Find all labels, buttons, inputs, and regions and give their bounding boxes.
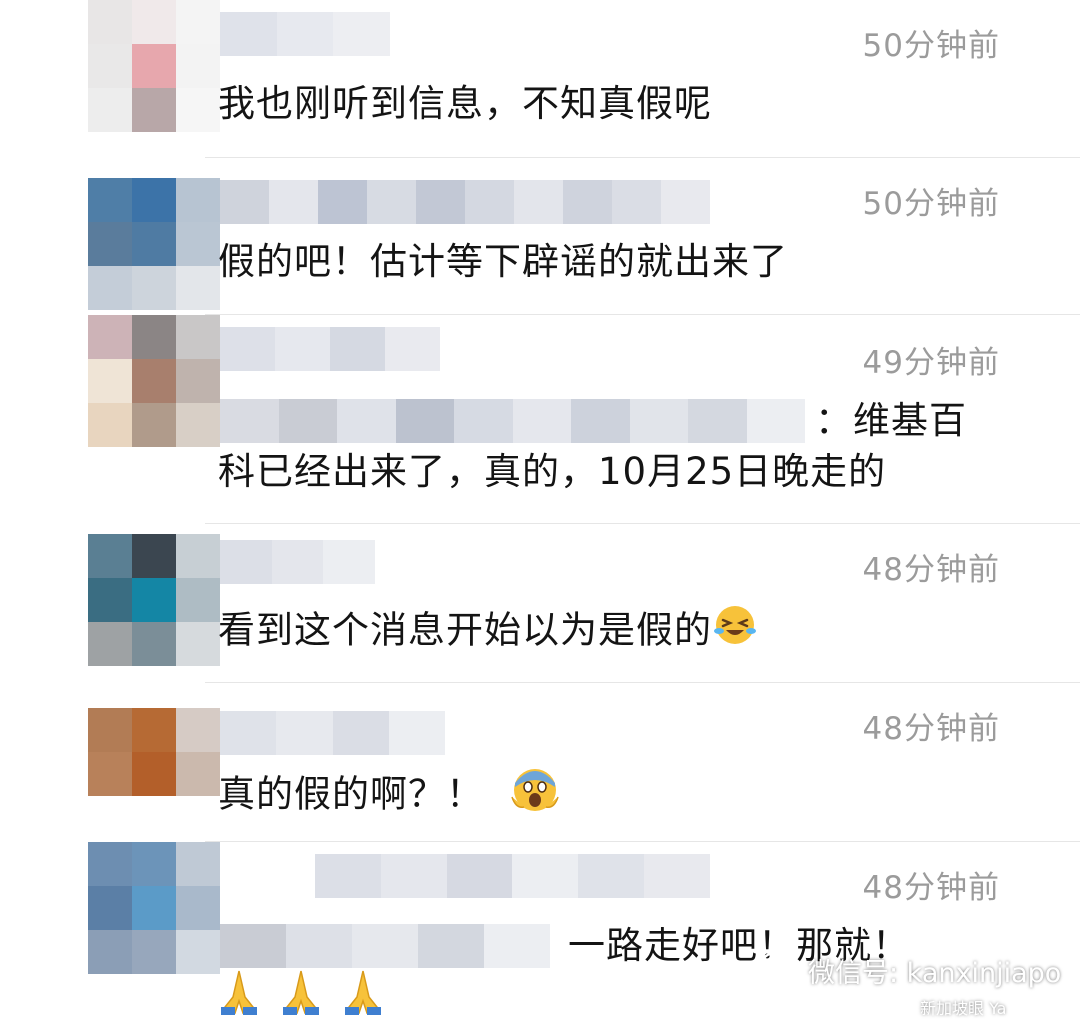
comment-item[interactable]: 48分钟前 看到这个消息开始以为是假的 — [0, 524, 1080, 682]
comment-text-body: 看到这个消息开始以为是假的 — [218, 608, 712, 652]
avatar[interactable] — [88, 315, 220, 447]
comment-text-line1: ：维基百 — [815, 399, 967, 442]
watermark-label: 微信号: kanxinjiapo — [808, 958, 1062, 989]
mention-blurred[interactable] — [220, 399, 805, 443]
comment-text-body: 真的假的啊？！ — [218, 772, 484, 816]
comment-text: 我也刚听到信息，不知真假呢 — [218, 82, 712, 125]
avatar[interactable] — [88, 534, 220, 666]
username-blurred[interactable] — [220, 327, 440, 371]
comment-item[interactable]: 48分钟前 真的假的啊？！ — [0, 683, 1080, 841]
comment-timestamp: 50分钟前 — [862, 28, 1000, 64]
comment-text-line2: 科已经出来了，真的，10月25日晚走的 — [218, 450, 887, 493]
comment-timestamp: 50分钟前 — [862, 186, 1000, 222]
comment-text: 看到这个消息开始以为是假的 — [218, 602, 758, 662]
comment-timestamp: 48分钟前 — [862, 870, 1000, 906]
wechat-watermark: 微信号: kanxinjiapo — [760, 950, 1061, 991]
username-blurred[interactable] — [220, 540, 376, 584]
screaming-face-icon — [510, 763, 560, 829]
folded-hands-icon — [215, 967, 263, 1021]
comment-text: 假的吧！估计等下辟谣的就出来了 — [218, 240, 788, 283]
username-blurred[interactable] — [220, 180, 710, 224]
username-blurred[interactable] — [220, 711, 445, 755]
folded-hands-icon — [339, 967, 387, 1021]
username-blurred[interactable] — [220, 12, 391, 56]
avatar[interactable] — [88, 0, 220, 132]
folded-hands-icon — [277, 967, 325, 1021]
comment-item[interactable]: 50分钟前 假的吧！估计等下辟谣的就出来了 — [0, 158, 1080, 314]
comment-item[interactable]: 48分钟前 一路走好吧！那就！ — [0, 842, 1080, 1025]
comment-timestamp: 48分钟前 — [862, 711, 1000, 747]
comment-timestamp: 49分钟前 — [862, 345, 1000, 381]
emoji-row — [215, 967, 387, 1021]
comment-item[interactable]: 50分钟前 我也刚听到信息，不知真假呢 — [0, 0, 1080, 157]
avatar[interactable] — [88, 708, 220, 840]
avatar[interactable] — [88, 178, 220, 310]
mention-blurred[interactable] — [220, 924, 550, 968]
username-blurred[interactable] — [315, 854, 710, 898]
watermark-sub: 新加坡眼 Ya — [920, 999, 1007, 1018]
wechat-logo-icon — [760, 950, 800, 991]
comment-item[interactable]: 49分钟前 ：维基百 科已经出来了，真的，10月25日晚走的 — [0, 315, 1080, 523]
comment-timestamp: 48分钟前 — [862, 552, 1000, 588]
comment-text: 真的假的啊？！ — [218, 763, 560, 829]
avatar[interactable] — [88, 842, 220, 974]
crying-laughing-face-icon — [712, 602, 758, 662]
